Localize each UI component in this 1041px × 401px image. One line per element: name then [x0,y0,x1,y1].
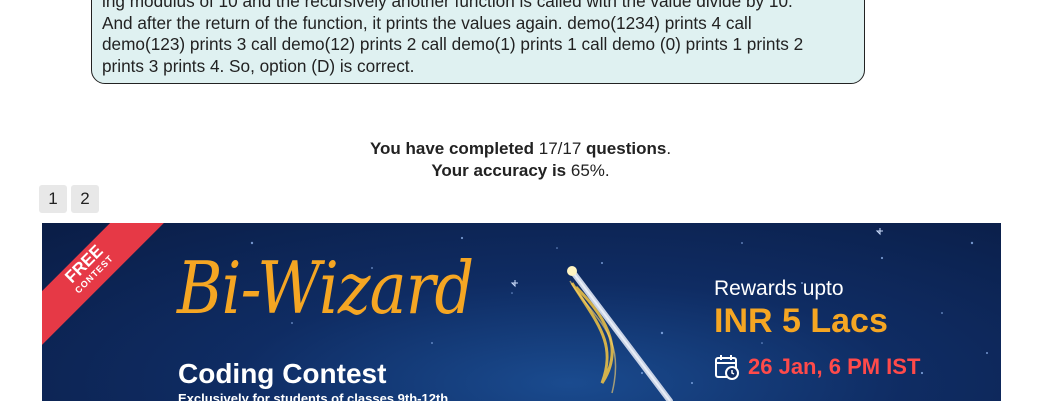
calendar-clock-icon [715,355,739,380]
banner-eligibility: Exclusively for students of classes 9th-… [178,391,449,401]
completed-line: You have completed 17/17 questions. [0,138,1041,160]
page-button-1[interactable]: 1 [39,185,67,213]
contest-date: 26 Jan, 6 PM IST [714,354,920,380]
completed-suffix: questions [586,139,667,158]
completed-end: . [666,139,672,158]
explanation-line: And after the return of the function, it… [102,12,752,33]
accuracy-value: 65% [570,161,605,180]
explanation-box: ing modulus of 10 and the recursively an… [91,0,865,84]
completed-value: 17/17 [538,139,582,158]
quiz-summary: You have completed 17/17 questions. Your… [0,138,1041,182]
banner-subtitle: Coding Contest [178,358,387,389]
accuracy-prefix: Your accuracy is [431,161,567,180]
page-button-2[interactable]: 2 [71,185,99,213]
banner-title: Bi-Wizard [177,246,474,330]
accuracy-end: . [604,161,610,180]
explanation-line: demo(123) prints 3 call demo(12) prints … [102,34,804,54]
explanation-line: ing modulus of 10 and the recursively an… [102,0,793,11]
rewards-label: Rewards upto [714,277,844,300]
completed-prefix: You have completed [369,139,534,158]
rewards-amount: INR 5 Lacs [714,302,888,340]
contest-banner[interactable]: FREE CONTEST Bi-Wizard Coding Contest Ex… [42,223,1001,401]
pagination: 1 2 [39,185,99,213]
explanation-line: prints 3 prints 4. So, option (D) is cor… [102,55,415,76]
accuracy-line: Your accuracy is 65%. [0,160,1041,182]
magic-wand-icon [567,266,673,401]
contest-date-text: 26 Jan, 6 PM IST [748,354,921,379]
